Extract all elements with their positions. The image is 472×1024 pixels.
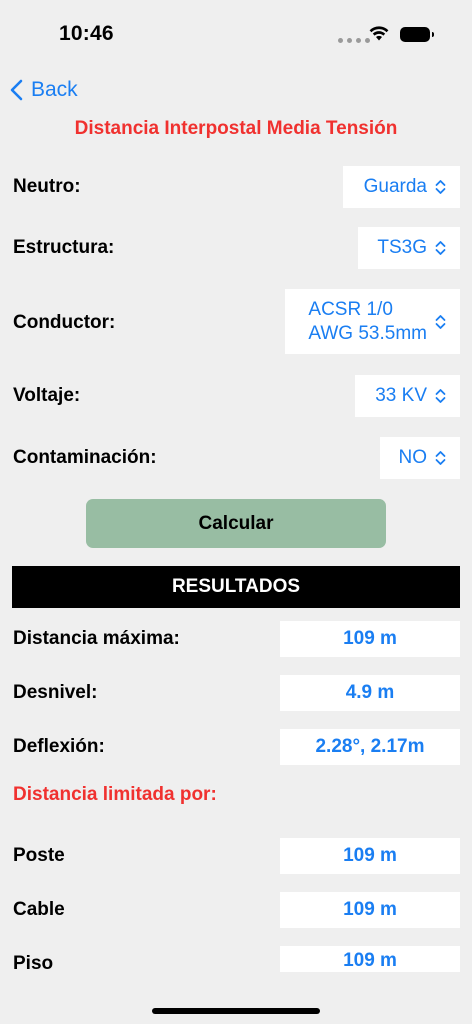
chevron-left-icon <box>10 79 23 101</box>
contaminacion-picker[interactable]: NO <box>380 437 460 479</box>
conductor-value: ACSR 1/0 AWG 53.5mm <box>308 298 427 346</box>
piso-label: Piso <box>13 953 54 974</box>
voltaje-label: Voltaje: <box>13 385 81 406</box>
conductor-value-line2: AWG 53.5mm <box>308 322 427 344</box>
deflexion-label: Deflexión: <box>13 736 105 757</box>
neutro-label: Neutro: <box>13 176 81 197</box>
poste-label: Poste <box>13 845 65 866</box>
chevron-updown-icon <box>435 240 446 256</box>
results-header: RESULTADOS <box>12 566 460 608</box>
conductor-picker[interactable]: ACSR 1/0 AWG 53.5mm <box>285 289 460 354</box>
neutro-picker[interactable]: Guarda <box>343 166 460 208</box>
wifi-icon <box>369 26 389 41</box>
cable-label: Cable <box>13 899 65 920</box>
estructura-value: TS3G <box>377 237 427 258</box>
chevron-updown-icon <box>435 450 446 466</box>
deflexion-value: 2.28°, 2.17m <box>280 729 460 765</box>
back-button[interactable]: Back <box>10 78 78 102</box>
poste-value: 109 m <box>280 838 460 874</box>
desnivel-value: 4.9 m <box>280 675 460 711</box>
piso-value: 109 m <box>280 946 460 972</box>
distancia-maxima-label: Distancia máxima: <box>13 628 180 649</box>
limited-by-title: Distancia limitada por: <box>13 784 217 805</box>
cable-value: 109 m <box>280 892 460 928</box>
back-label: Back <box>31 78 78 101</box>
home-indicator[interactable] <box>152 1008 320 1014</box>
voltaje-picker[interactable]: 33 KV <box>355 375 460 417</box>
conductor-label: Conductor: <box>13 312 116 333</box>
contaminacion-label: Contaminación: <box>13 447 157 468</box>
neutro-value: Guarda <box>363 176 427 197</box>
chevron-updown-icon <box>435 314 446 330</box>
chevron-updown-icon <box>435 179 446 195</box>
page-title: Distancia Interpostal Media Tensión <box>74 118 398 139</box>
estructura-label: Estructura: <box>13 237 115 258</box>
calculate-button[interactable]: Calcular <box>86 499 386 548</box>
desnivel-label: Desnivel: <box>13 682 98 703</box>
battery-icon <box>400 27 434 42</box>
status-time: 10:46 <box>59 22 114 45</box>
estructura-picker[interactable]: TS3G <box>358 227 460 269</box>
contaminacion-value: NO <box>398 447 428 468</box>
signal-dots-icon <box>338 38 370 43</box>
chevron-updown-icon <box>435 388 446 404</box>
voltaje-value: 33 KV <box>375 385 427 406</box>
distancia-maxima-value: 109 m <box>280 621 460 657</box>
conductor-value-line1: ACSR 1/0 <box>308 298 393 320</box>
